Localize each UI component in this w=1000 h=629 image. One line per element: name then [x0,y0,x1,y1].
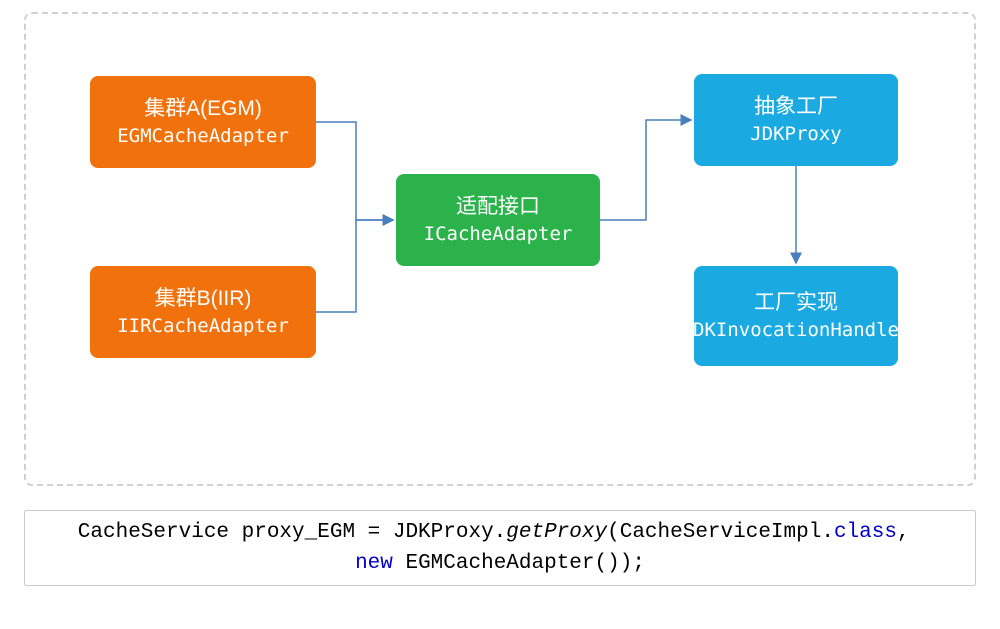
box-title: 集群B(IIR) [155,284,252,313]
box-subtitle: ICacheAdapter [424,221,573,248]
box-subtitle: IIRCacheAdapter [117,313,289,340]
code-line-1: CacheService proxy_EGM = JDKProxy.getPro… [78,517,922,549]
box-title: 集群A(EGM) [144,94,262,123]
box-subtitle: JDKInvocationHandler [676,317,917,344]
box-subtitle: EGMCacheAdapter [117,123,289,150]
box-title: 适配接口 [456,192,540,221]
cluster-a-egm-box: 集群A(EGM) EGMCacheAdapter [90,76,316,168]
cluster-b-iir-box: 集群B(IIR) IIRCacheAdapter [90,266,316,358]
box-title: 工厂实现 [754,288,838,317]
box-title: 抽象工厂 [754,92,838,121]
code-snippet: CacheService proxy_EGM = JDKProxy.getPro… [24,510,976,586]
box-subtitle: JDKProxy [750,121,842,148]
adapter-interface-box: 适配接口 ICacheAdapter [396,174,600,266]
factory-impl-box: 工厂实现 JDKInvocationHandler [694,266,898,366]
diagram-container: 集群A(EGM) EGMCacheAdapter 集群B(IIR) IIRCac… [24,12,976,486]
code-line-2: new EGMCacheAdapter()); [355,548,645,580]
abstract-factory-box: 抽象工厂 JDKProxy [694,74,898,166]
